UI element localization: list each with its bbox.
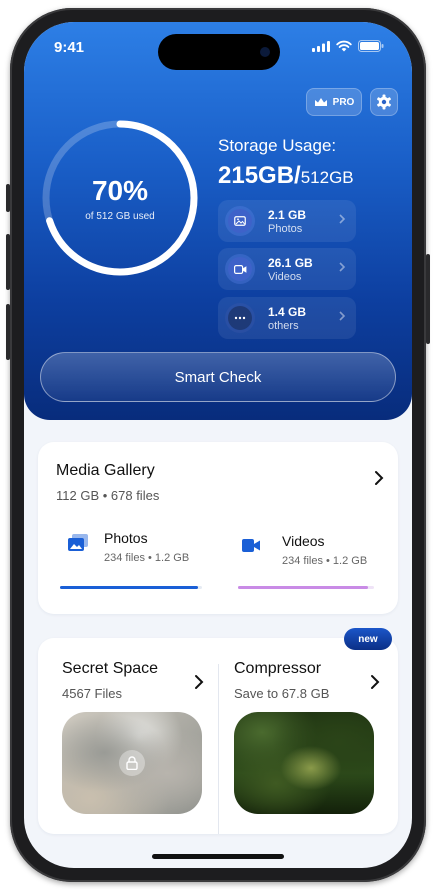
storage-used: 215GB/ — [218, 162, 301, 189]
volume-up-button — [6, 234, 10, 290]
storage-ring-label: 70% of 512 GB used — [40, 118, 200, 278]
power-button — [426, 254, 430, 344]
more-icon — [228, 306, 252, 330]
battery-icon — [358, 40, 384, 52]
storage-ring-caption: of 512 GB used — [85, 210, 155, 222]
media-photos-item[interactable]: Photos 234 files • 1.2 GB — [56, 530, 216, 590]
media-item-name: Videos — [282, 533, 325, 549]
category-size: 1.4 GB — [268, 304, 307, 319]
chevron-right-icon — [339, 214, 346, 224]
gear-icon — [377, 94, 391, 110]
category-label: Photos — [268, 222, 303, 235]
camera-icon — [260, 47, 270, 57]
chevron-right-icon[interactable] — [374, 470, 384, 486]
lock-icon — [119, 750, 145, 776]
signal-icon — [312, 40, 330, 52]
category-size: 26.1 GB — [268, 255, 313, 270]
status-icons — [312, 40, 384, 52]
phone-frame: 9:41 PRO 70% of 512 GB used Storage Usag… — [6, 8, 430, 882]
storage-percent: 70% — [91, 174, 149, 206]
smart-check-button[interactable]: Smart Check — [40, 352, 396, 402]
storage-total: 512GB — [300, 168, 354, 187]
settings-button[interactable] — [370, 88, 398, 116]
image-icon — [228, 209, 252, 233]
category-label: Videos — [268, 270, 302, 283]
media-item-meta: 234 files • 1.2 GB — [104, 552, 190, 564]
chevron-right-icon — [371, 675, 380, 689]
crown-icon — [314, 98, 327, 106]
category-label: others — [268, 319, 299, 332]
status-time: 9:41 — [54, 39, 85, 56]
secret-space-subtitle: 4567 Files — [62, 686, 122, 701]
media-item-name: Photos — [104, 530, 148, 546]
pro-label: PRO — [332, 96, 355, 108]
media-gallery-title: Media Gallery — [56, 462, 155, 479]
storage-hero: 9:41 PRO 70% of 512 GB used Storage Usag… — [24, 22, 412, 420]
secret-space-thumbnail — [62, 712, 202, 814]
chevron-right-icon — [195, 675, 204, 689]
pro-upgrade-button[interactable]: PRO — [306, 88, 362, 116]
video-camera-icon — [242, 539, 260, 552]
media-item-meta: 234 files • 1.2 GB — [282, 555, 368, 567]
chevron-right-icon — [339, 311, 346, 321]
compressor-subtitle: Save to 67.8 GB — [234, 686, 330, 701]
volume-down-button — [6, 304, 10, 360]
category-videos-row[interactable]: 26.1 GB Videos — [218, 248, 356, 290]
action-button — [6, 184, 10, 212]
category-photos-row[interactable]: 2.1 GB Photos — [218, 200, 356, 242]
media-gallery-summary: 112 GB • 678 files — [56, 488, 160, 503]
video-icon — [228, 257, 252, 281]
home-indicator[interactable] — [152, 854, 284, 859]
status-bar: 9:41 — [24, 22, 412, 70]
photos-stack-icon — [68, 534, 88, 551]
chevron-right-icon — [339, 262, 346, 272]
media-photos-bar — [60, 586, 198, 589]
secret-space-tile[interactable]: Secret Space 4567 Files — [38, 638, 218, 834]
media-gallery-card[interactable]: Media Gallery 112 GB • 678 files Photos … — [38, 442, 398, 614]
category-others-row[interactable]: 1.4 GB others — [218, 297, 356, 339]
compressor-title: Compressor — [234, 660, 322, 677]
media-videos-item[interactable]: Videos 234 files • 1.2 GB — [228, 530, 388, 590]
compressor-tile[interactable]: Compressor Save to 67.8 GB — [219, 638, 398, 834]
tools-card: Secret Space 4567 Files Compressor Save … — [38, 638, 398, 834]
app-screen: 9:41 PRO 70% of 512 GB used Storage Usag… — [24, 22, 412, 868]
storage-usage-title: Storage Usage: — [218, 136, 337, 155]
wifi-icon — [336, 40, 352, 52]
compressor-thumbnail — [234, 712, 374, 814]
storage-amount: 215GB/512GB — [218, 162, 354, 190]
media-videos-bar — [238, 586, 368, 589]
new-badge: new — [344, 628, 392, 650]
category-size: 2.1 GB — [268, 207, 307, 222]
secret-space-title: Secret Space — [62, 660, 159, 677]
dynamic-island — [158, 34, 280, 70]
